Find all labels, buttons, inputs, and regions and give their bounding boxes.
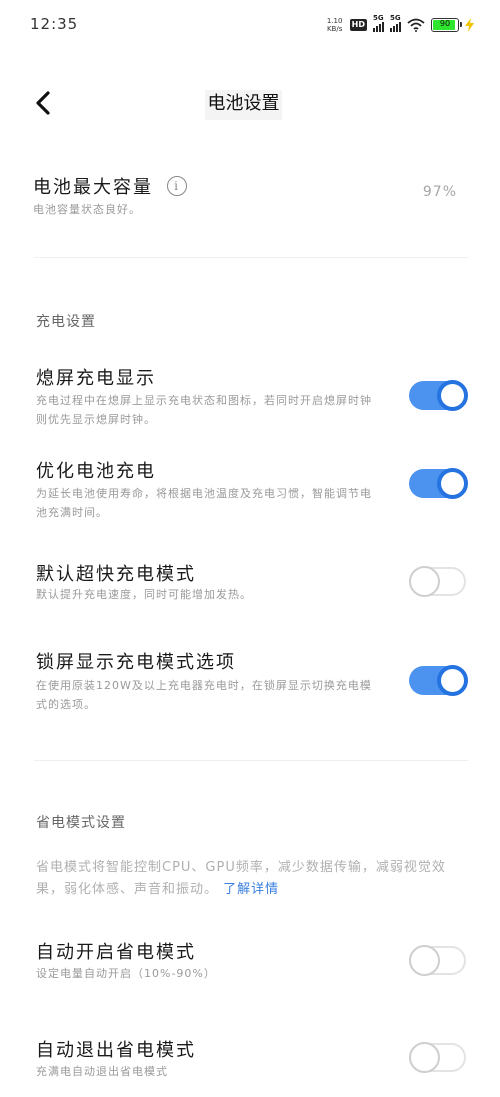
back-button[interactable] bbox=[28, 88, 58, 118]
signal-sim2-icon: 5G bbox=[390, 14, 401, 32]
auto-enable-power-saving-toggle[interactable] bbox=[409, 945, 466, 976]
charging-section-title: 充电设置 bbox=[36, 314, 96, 330]
aod-charging-display-title: 熄屏充电显示 bbox=[36, 368, 156, 389]
info-icon[interactable]: i bbox=[167, 176, 187, 196]
toggle-knob bbox=[409, 566, 440, 597]
wifi-icon bbox=[407, 18, 425, 32]
toggle-knob bbox=[409, 945, 440, 976]
optimized-charging-title: 优化电池充电 bbox=[36, 461, 156, 482]
battery-capacity-row: 电池最大容量 i bbox=[33, 173, 187, 199]
battery-icon: 90 bbox=[431, 18, 462, 32]
lockscreen-charging-mode-toggle[interactable] bbox=[409, 665, 468, 696]
toggle-knob bbox=[409, 1042, 440, 1073]
lockscreen-charging-mode-desc: 在使用原装120W及以上充电器充电时，在锁屏显示切换充电模式的选项。 bbox=[36, 679, 372, 711]
battery-capacity-value: 97% bbox=[422, 184, 457, 200]
toggle-knob bbox=[437, 665, 468, 696]
net-speed-value: 1.10 bbox=[326, 17, 343, 25]
net-speed-unit: KB/s bbox=[326, 25, 343, 33]
sim2-network-label: 5G bbox=[390, 14, 401, 22]
status-bar: 12:35 1.10 KB/s HD 5G 5G 90 bbox=[0, 0, 500, 50]
lockscreen-charging-mode-title: 锁屏显示充电模式选项 bbox=[36, 652, 236, 673]
power-saving-description: 省电模式将智能控制CPU、GPU频率，减少数据传输，减弱视觉效果，弱化体感、声音… bbox=[36, 857, 466, 901]
auto-exit-power-saving-toggle[interactable] bbox=[409, 1042, 466, 1073]
net-speed-indicator: 1.10 KB/s bbox=[326, 17, 344, 33]
status-icons: 1.10 KB/s HD 5G 5G 90 bbox=[326, 14, 474, 36]
ultra-fast-charging-title: 默认超快充电模式 bbox=[36, 564, 196, 585]
signal-sim1-icon: 5G bbox=[373, 14, 384, 32]
auto-enable-power-saving-title: 自动开启省电模式 bbox=[36, 942, 196, 963]
auto-enable-power-saving-desc: 设定电量自动开启（10%-90%） bbox=[36, 967, 216, 980]
auto-exit-power-saving-desc: 充满电自动退出省电模式 bbox=[36, 1065, 168, 1078]
ultra-fast-charging-desc: 默认提升充电速度，同时可能增加发热。 bbox=[36, 588, 252, 601]
sim1-network-label: 5G bbox=[373, 14, 384, 22]
ultra-fast-charging-toggle[interactable] bbox=[409, 566, 466, 597]
toggle-knob bbox=[437, 380, 468, 411]
learn-more-link[interactable]: 了解详情 bbox=[223, 882, 279, 897]
power-saving-section-title: 省电模式设置 bbox=[36, 815, 126, 831]
battery-level: 90 bbox=[439, 19, 451, 28]
optimized-charging-toggle[interactable] bbox=[409, 468, 468, 499]
charging-bolt-icon bbox=[465, 18, 474, 32]
divider bbox=[34, 257, 468, 258]
battery-settings-page: 12:35 1.10 KB/s HD 5G 5G 90 电池设置 电池最大容量 … bbox=[0, 0, 500, 1097]
battery-capacity-subtitle: 电池容量状态良好。 bbox=[33, 203, 141, 216]
aod-charging-display-toggle[interactable] bbox=[409, 380, 468, 411]
optimized-charging-desc: 为延长电池使用寿命，将根据电池温度及充电习惯，智能调节电池充满时间。 bbox=[36, 487, 372, 519]
battery-capacity-title: 电池最大容量 bbox=[33, 177, 153, 198]
aod-charging-display-desc: 充电过程中在熄屏上显示充电状态和图标，若同时开启熄屏时钟则优先显示熄屏时钟。 bbox=[36, 394, 372, 426]
toggle-knob bbox=[437, 468, 468, 499]
page-title: 电池设置 bbox=[205, 90, 282, 120]
chevron-left-icon bbox=[36, 91, 50, 115]
hd-voice-icon: HD bbox=[349, 19, 367, 31]
status-time: 12:35 bbox=[30, 15, 79, 33]
auto-exit-power-saving-title: 自动退出省电模式 bbox=[36, 1040, 196, 1061]
divider bbox=[34, 760, 468, 761]
